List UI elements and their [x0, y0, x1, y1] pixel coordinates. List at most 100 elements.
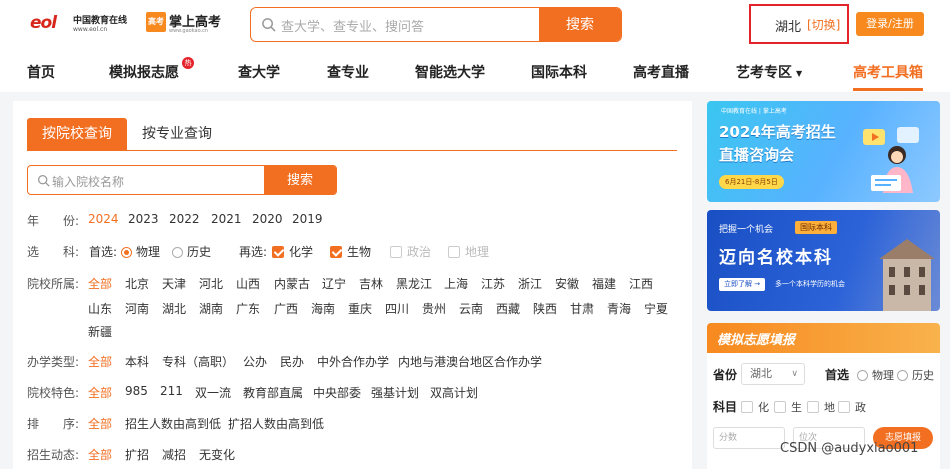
school-feature-option[interactable]: 强基计划 [371, 384, 419, 401]
year-option[interactable]: 2021 [211, 212, 242, 226]
year-option[interactable]: 2023 [128, 212, 159, 226]
location-option[interactable]: 河南 [125, 300, 149, 317]
year-option[interactable]: 2019 [292, 212, 323, 226]
radio-unchecked [897, 370, 908, 381]
location-option[interactable]: 江西 [629, 275, 653, 292]
location-option[interactable]: 山东 [88, 300, 112, 317]
location-option[interactable]: 新疆 [88, 323, 112, 340]
school-feature-option[interactable]: 中央部委 [313, 384, 361, 401]
location-option[interactable]: 浙江 [518, 275, 542, 292]
nav-mock-application[interactable]: 模拟报志愿 [109, 62, 179, 82]
location-option[interactable]: 云南 [459, 300, 483, 317]
school-type-option[interactable]: 中外合作办学 [317, 353, 389, 370]
sim-radio-history[interactable]: 历史 [897, 367, 934, 383]
gaokao-logo[interactable]: 高考 掌上高考 www.gaokao.cn [146, 11, 226, 37]
checkbox-chemistry[interactable]: 化学 [272, 243, 313, 260]
location-option[interactable]: 重庆 [348, 300, 372, 317]
hot-badge: 热 [182, 57, 194, 69]
sim-checkbox-bio[interactable]: 生 [774, 399, 802, 415]
location-option[interactable]: 辽宁 [322, 275, 346, 292]
location-option[interactable]: 甘肃 [570, 300, 594, 317]
trend-option[interactable]: 全部 [88, 446, 112, 463]
location-option[interactable]: 湖南 [199, 300, 223, 317]
school-type-option[interactable]: 本科 [125, 353, 149, 370]
sim-checkbox-geo[interactable]: 地 [807, 399, 835, 415]
radio-physics[interactable]: 物理 [121, 243, 160, 260]
school-feature-option[interactable]: 双一流 [195, 384, 231, 401]
banner2-learn-more-button[interactable]: 立即了解 → [719, 278, 766, 291]
year-option[interactable]: 2024 [88, 212, 119, 226]
sim-checkbox-chem[interactable]: 化 [741, 399, 769, 415]
location-option[interactable]: 四川 [385, 300, 409, 317]
location-option[interactable]: 陕西 [533, 300, 557, 317]
sort-option[interactable]: 扩招人数由高到低 [228, 415, 324, 432]
nav-toolbox[interactable]: 高考工具箱 [853, 62, 923, 91]
nav-smart-select[interactable]: 智能选大学 [415, 62, 485, 82]
nav-art-exam[interactable]: 艺考专区 ▼ [736, 62, 802, 82]
nav-home[interactable]: 首页 [27, 62, 55, 82]
province-switch-link[interactable]: [切换] [807, 16, 840, 33]
tab-by-university[interactable]: 按院校查询 [27, 118, 127, 150]
live-consult-banner[interactable]: 中国教育在线 | 掌上高考 2024年高考招生 直播咨询会 6月21日-8月5日 [707, 101, 940, 202]
nav-find-major[interactable]: 查专业 [327, 62, 369, 82]
sort-option[interactable]: 招生人数由高到低 [125, 415, 221, 432]
gaokao-logo-badge: 高考 [146, 12, 166, 32]
trend-option[interactable]: 减招 [162, 446, 186, 463]
location-option[interactable]: 西藏 [496, 300, 520, 317]
school-type-option[interactable]: 专科（高职） [162, 353, 234, 370]
location-option[interactable]: 广东 [236, 300, 260, 317]
school-type-option[interactable]: 内地与港澳台地区合作办学 [398, 353, 542, 370]
trend-option[interactable]: 扩招 [125, 446, 149, 463]
year-option[interactable]: 2020 [252, 212, 283, 226]
location-option[interactable]: 全部 [88, 275, 112, 292]
main-search-input[interactable]: 查大学、查专业、搜问答 [281, 16, 424, 35]
nav-live[interactable]: 高考直播 [633, 62, 689, 82]
location-option[interactable]: 上海 [444, 275, 468, 292]
university-search-input[interactable]: 输入院校名称 [52, 173, 124, 190]
intl-undergrad-banner[interactable]: 把握一个机会 国际本科 迈向名校本科 立即了解 → 多一个本科学历的机会 [707, 210, 940, 311]
school-feature-option[interactable]: 双高计划 [430, 384, 478, 401]
school-type-option[interactable]: 公办 [243, 353, 267, 370]
trend-option[interactable]: 无变化 [199, 446, 235, 463]
year-option[interactable]: 2022 [169, 212, 200, 226]
nav-intl-undergrad[interactable]: 国际本科 [531, 62, 587, 82]
score-input[interactable]: 分数 [713, 427, 785, 449]
location-option[interactable]: 河北 [199, 275, 223, 292]
location-option[interactable]: 吉林 [359, 275, 383, 292]
location-option[interactable]: 黑龙江 [396, 275, 432, 292]
location-option[interactable]: 安徽 [555, 275, 579, 292]
location-option[interactable]: 湖北 [162, 300, 186, 317]
location-option[interactable]: 贵州 [422, 300, 446, 317]
location-option[interactable]: 青海 [607, 300, 631, 317]
school-feature-option[interactable]: 985 [125, 384, 148, 398]
tab-by-major[interactable]: 按专业查询 [142, 118, 212, 150]
school-type-option[interactable]: 全部 [88, 353, 112, 370]
radio-history[interactable]: 历史 [172, 243, 211, 260]
location-option[interactable]: 福建 [592, 275, 616, 292]
sort-option[interactable]: 全部 [88, 415, 112, 432]
school-feature-option[interactable]: 211 [160, 384, 183, 398]
top-header: eol 中国教育在线 www.eol.cn 高考 掌上高考 www.gaokao… [0, 0, 950, 50]
nav-find-university[interactable]: 查大学 [238, 62, 280, 82]
sim-checkbox-pol[interactable]: 政 [838, 399, 866, 415]
main-search-button[interactable]: 搜索 [539, 8, 621, 41]
login-register-button[interactable]: 登录/注册 [856, 12, 924, 36]
province-select[interactable]: 湖北 ∨ [741, 363, 805, 385]
sim-radio-physics[interactable]: 物理 [857, 367, 894, 383]
checkbox-politics[interactable]: 政治 [390, 243, 431, 260]
checkbox-geography[interactable]: 地理 [448, 243, 489, 260]
eol-logo[interactable]: eol 中国教育在线 www.eol.cn [30, 11, 140, 37]
location-option[interactable]: 海南 [311, 300, 335, 317]
location-option[interactable]: 天津 [162, 275, 186, 292]
location-option[interactable]: 江苏 [481, 275, 505, 292]
school-feature-option[interactable]: 教育部直属 [243, 384, 303, 401]
location-option[interactable]: 宁夏 [644, 300, 668, 317]
university-search-button[interactable]: 搜索 [264, 166, 336, 194]
location-option[interactable]: 北京 [125, 275, 149, 292]
location-option[interactable]: 广西 [274, 300, 298, 317]
location-option[interactable]: 内蒙古 [274, 275, 310, 292]
school-feature-option[interactable]: 全部 [88, 384, 112, 401]
location-option[interactable]: 山西 [236, 275, 260, 292]
checkbox-biology[interactable]: 生物 [330, 243, 371, 260]
school-type-option[interactable]: 民办 [280, 353, 304, 370]
